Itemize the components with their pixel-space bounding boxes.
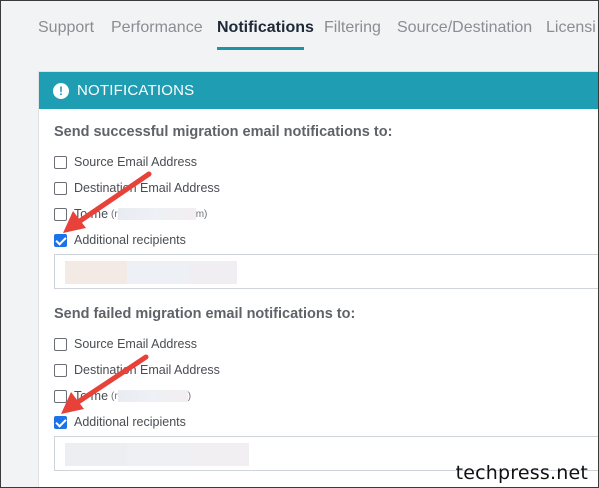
failure-additional-recipients-option[interactable]: Additional recipients xyxy=(54,414,186,430)
failure-to-me-option[interactable]: To me (r ) xyxy=(54,388,191,404)
tab-support[interactable]: Support xyxy=(38,19,94,37)
checkbox[interactable] xyxy=(54,389,67,403)
success-source-email-option[interactable]: Source Email Address xyxy=(54,154,197,170)
active-tab-indicator xyxy=(217,47,304,50)
redacted-email xyxy=(117,390,188,402)
screenshot-frame: Support Performance Notifications Filter… xyxy=(0,0,599,488)
tab-bar: Support Performance Notifications Filter… xyxy=(1,1,598,53)
email-suffix-end: ) xyxy=(187,390,192,402)
success-additional-recipients-option[interactable]: Additional recipients xyxy=(54,232,186,248)
option-label: Additional recipients xyxy=(74,415,186,429)
redacted-recipient xyxy=(65,443,127,466)
failure-source-email-option[interactable]: Source Email Address xyxy=(54,336,197,352)
email-suffix-start: (r xyxy=(111,390,118,402)
tab-performance[interactable]: Performance xyxy=(111,19,203,37)
redacted-recipient xyxy=(127,261,189,284)
panel-title: NOTIFICATIONS xyxy=(77,82,195,99)
success-to-me-option[interactable]: To me (r m) xyxy=(54,206,207,222)
redacted-recipient xyxy=(127,443,189,466)
checkbox[interactable] xyxy=(54,181,67,195)
email-suffix-end: m) xyxy=(195,208,208,220)
option-label: Destination Email Address xyxy=(74,363,220,377)
redacted-recipient xyxy=(189,261,237,284)
checkbox-checked[interactable] xyxy=(54,233,67,247)
email-suffix-start: (r xyxy=(111,208,118,220)
option-label: Destination Email Address xyxy=(74,181,220,195)
redacted-recipient xyxy=(189,443,249,466)
success-destination-email-option[interactable]: Destination Email Address xyxy=(54,180,220,196)
info-icon: ! xyxy=(53,82,69,99)
tab-licensing[interactable]: Licensi xyxy=(546,19,596,37)
panel-header: ! NOTIFICATIONS xyxy=(39,72,598,109)
checkbox-checked[interactable] xyxy=(54,415,67,429)
checkbox[interactable] xyxy=(54,155,67,169)
option-label: To me xyxy=(74,207,109,221)
success-recipients-input[interactable] xyxy=(54,254,598,289)
option-label: Additional recipients xyxy=(74,233,186,247)
redacted-recipient xyxy=(65,261,127,284)
checkbox[interactable] xyxy=(54,337,67,351)
success-heading: Send successful migration email notifica… xyxy=(54,124,393,140)
watermark: techpress.net xyxy=(455,462,588,484)
option-label: Source Email Address xyxy=(74,155,197,169)
option-label: Source Email Address xyxy=(74,337,197,351)
tab-notifications[interactable]: Notifications xyxy=(217,19,314,37)
redacted-email xyxy=(117,208,196,220)
notifications-panel: ! NOTIFICATIONS Send successful migratio… xyxy=(38,71,598,487)
checkbox[interactable] xyxy=(54,363,67,377)
tab-filtering[interactable]: Filtering xyxy=(324,19,381,37)
failure-destination-email-option[interactable]: Destination Email Address xyxy=(54,362,220,378)
checkbox[interactable] xyxy=(54,207,67,221)
failure-heading: Send failed migration email notification… xyxy=(54,306,356,322)
tab-source-destination[interactable]: Source/Destination xyxy=(397,19,532,37)
option-label: To me xyxy=(74,389,109,403)
